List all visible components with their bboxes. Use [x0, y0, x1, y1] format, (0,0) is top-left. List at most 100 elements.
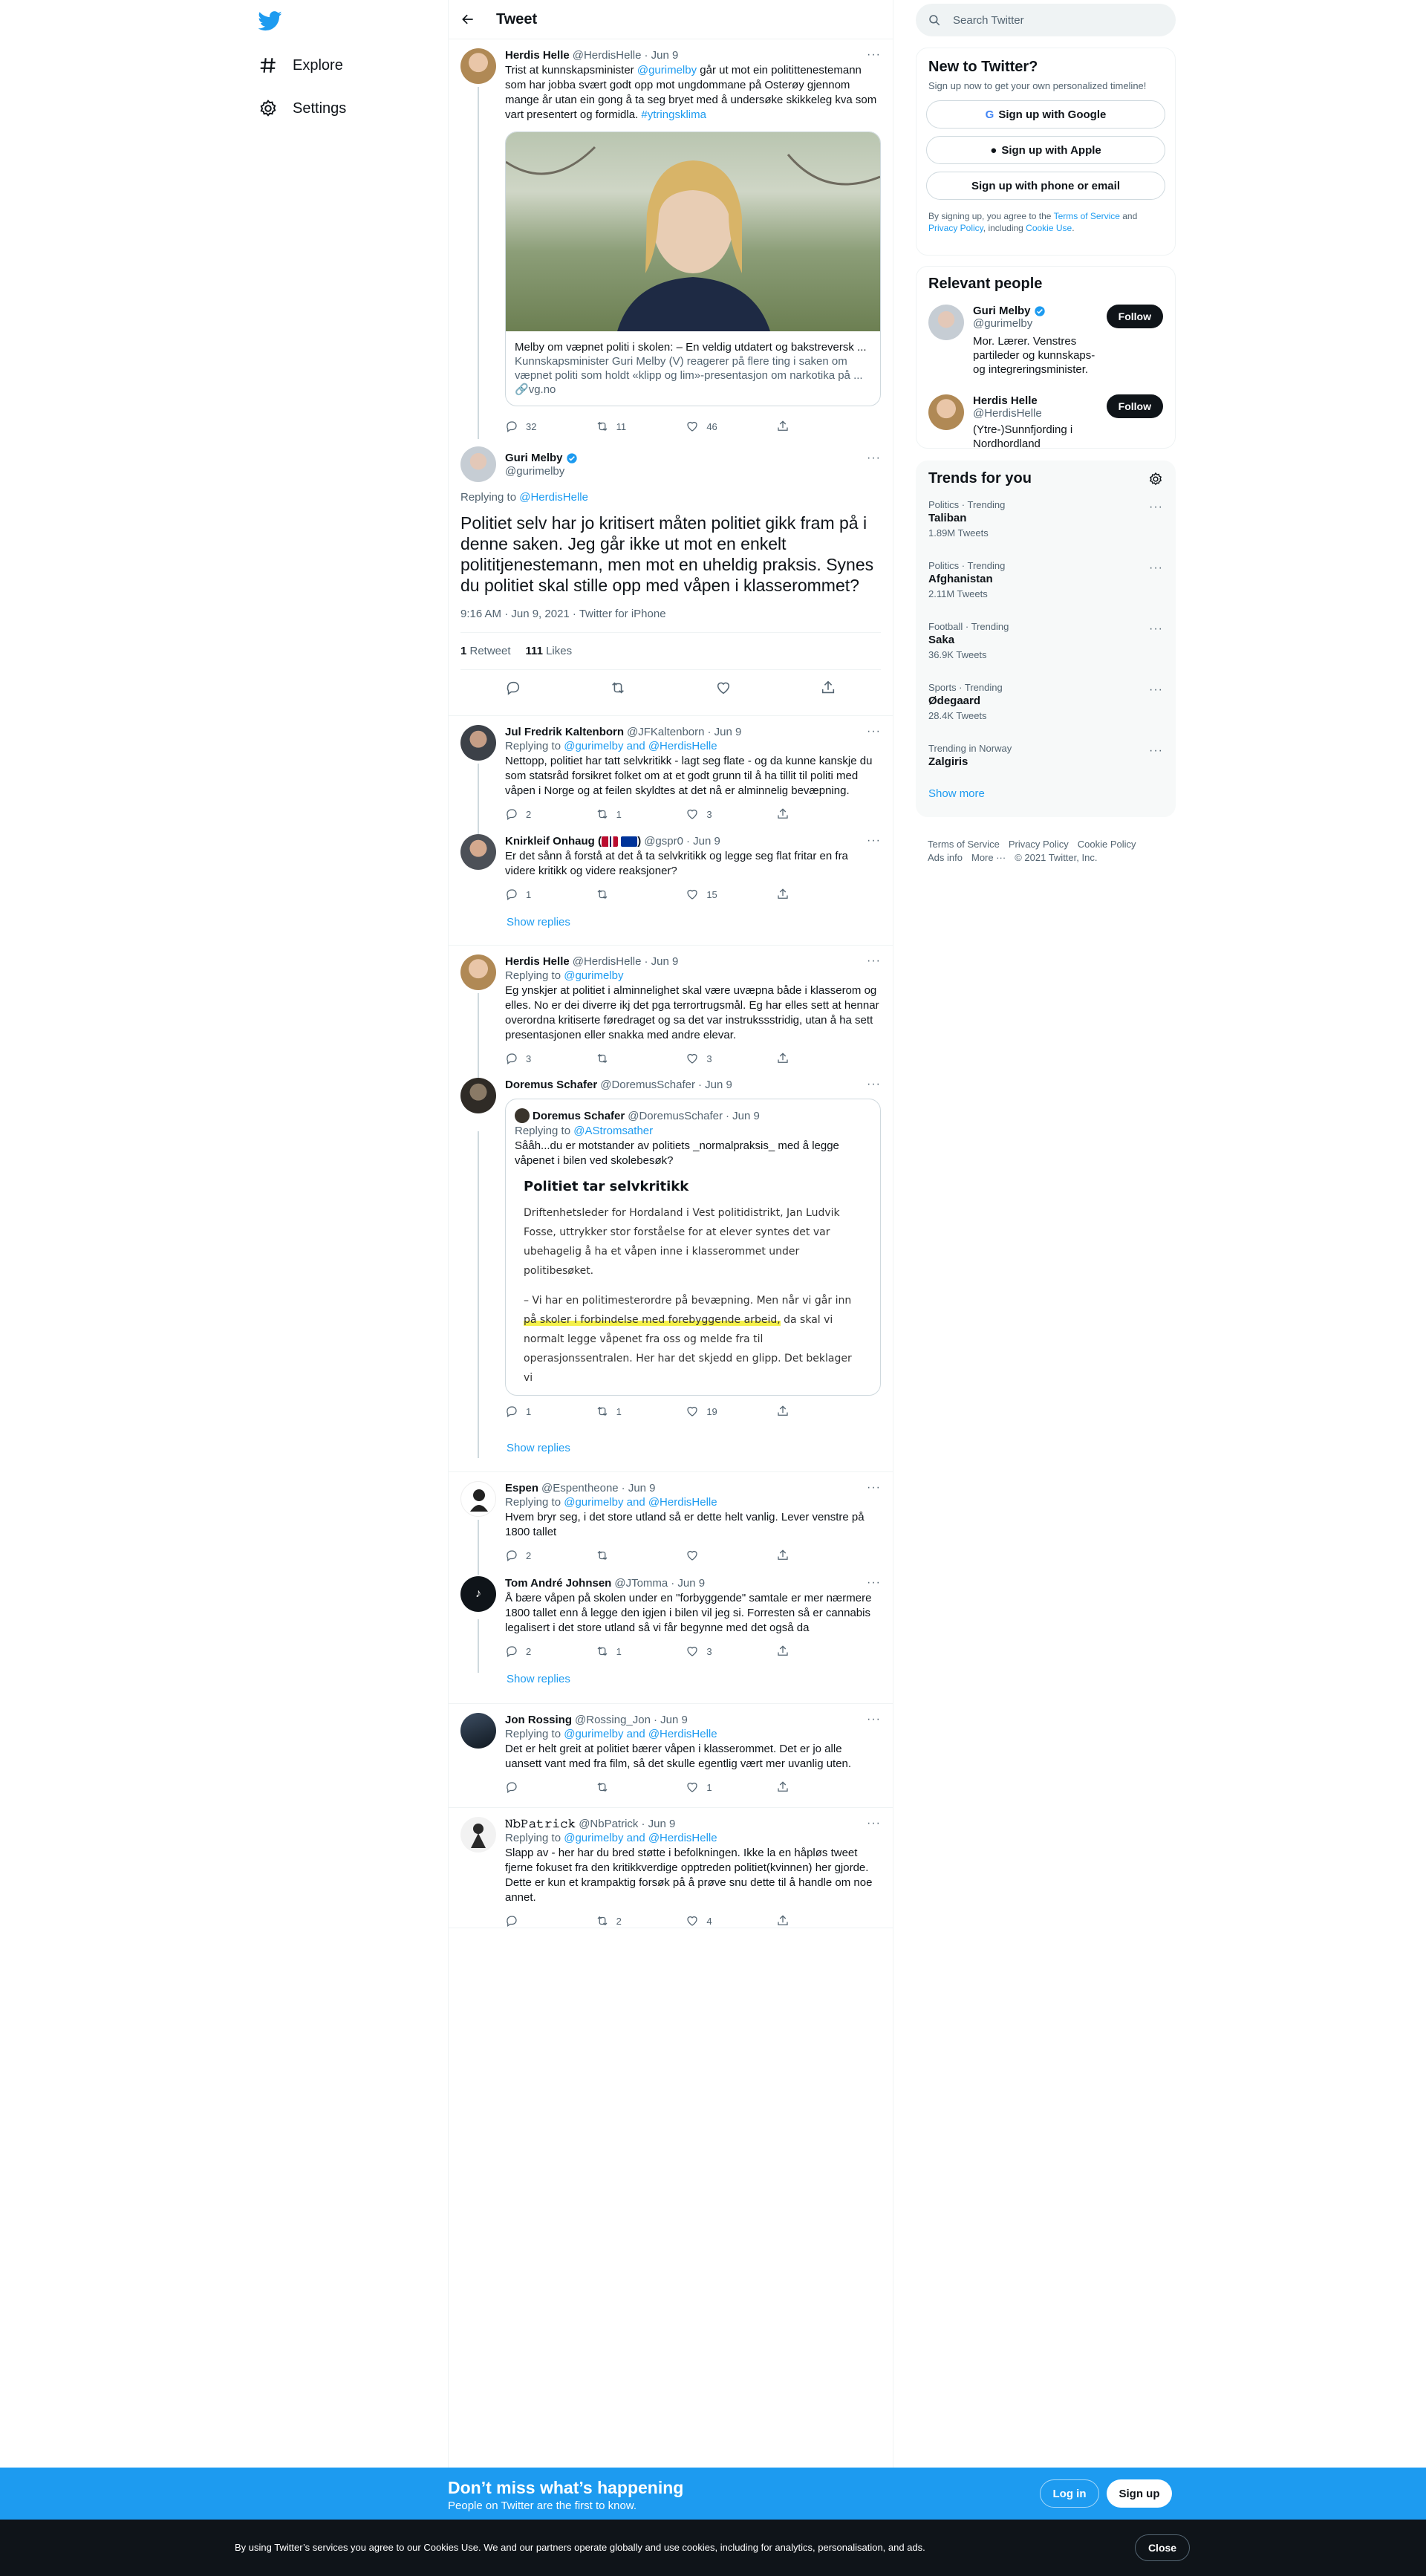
reply-button[interactable]: 1: [505, 1405, 550, 1418]
like-button[interactable]: 4: [686, 1914, 730, 1928]
tweet-date[interactable]: · Jun 9: [698, 1079, 732, 1091]
close-button[interactable]: Close: [1135, 2534, 1190, 2561]
retweet-button[interactable]: [596, 1052, 640, 1065]
author-name[interactable]: Jul Fredrik Kaltenborn: [505, 726, 624, 738]
person-name[interactable]: Guri Melby: [973, 305, 1031, 317]
apple-signup-button[interactable]: ● Sign up with Apple: [926, 136, 1165, 164]
avatar[interactable]: [928, 394, 964, 430]
hashtag-link[interactable]: #ytringsklima: [641, 108, 706, 121]
more-icon[interactable]: ···: [867, 1817, 881, 1830]
share-button[interactable]: [776, 888, 821, 901]
cookie-link[interactable]: Cookie Use: [1026, 223, 1072, 233]
reply-tweet[interactable]: Doremus Schafer @DoremusSchafer · Jun 9 ···…: [460, 1078, 881, 1442]
share-button[interactable]: [776, 1914, 821, 1928]
more-icon[interactable]: ···: [867, 48, 881, 62]
author-name[interactable]: Doremus Schafer: [505, 1079, 597, 1091]
person-row[interactable]: Herdis Helle @HerdisHelle (Ytre-)Sunnfjo…: [917, 386, 1175, 460]
person-handle[interactable]: @gurimelby: [973, 317, 1098, 330]
more-icon[interactable]: ···: [867, 1078, 881, 1091]
nav-explore[interactable]: Explore: [258, 46, 343, 85]
more-icon[interactable]: ···: [1149, 562, 1163, 575]
more-icon[interactable]: ···: [867, 1576, 881, 1590]
author-name[interactable]: Knirkleif Onhaug ( ): [505, 835, 641, 848]
show-replies-link[interactable]: Show replies: [460, 1442, 881, 1465]
author-handle[interactable]: @JFKaltenborn: [627, 726, 704, 738]
share-button[interactable]: [776, 420, 821, 433]
trend-item[interactable]: Politics · Trending Afghanistan 2.11M Twee…: [917, 551, 1175, 612]
retweet-button[interactable]: [596, 1549, 640, 1562]
avatar[interactable]: [460, 1713, 496, 1749]
tweet-date[interactable]: · Jun 9: [654, 1714, 688, 1726]
show-more-link[interactable]: Show more: [917, 778, 1175, 809]
share-icon[interactable]: [820, 680, 836, 696]
login-button[interactable]: Log in: [1040, 2479, 1099, 2508]
reply-button[interactable]: 2: [505, 807, 550, 821]
trend-item[interactable]: Sports · Trending Ødegaard 28.4K Tweets ···: [917, 673, 1175, 734]
author-name[interactable]: Espen: [505, 1482, 538, 1494]
more-icon[interactable]: ···: [867, 1713, 881, 1726]
trend-item[interactable]: Football · Trending Saka 36.9K Tweets ···: [917, 612, 1175, 673]
share-button[interactable]: [776, 1780, 821, 1794]
share-button[interactable]: [776, 1405, 821, 1418]
replying-mention[interactable]: @AStromsather: [573, 1125, 653, 1137]
retweet-icon[interactable]: [610, 680, 626, 696]
more-icon[interactable]: ···: [867, 954, 881, 968]
replying-mention[interactable]: @gurimelby and @HerdisHelle: [564, 740, 717, 752]
author-name[interactable]: Herdis Helle: [505, 955, 570, 968]
likes-stat[interactable]: 111 Likes: [526, 645, 573, 657]
more-icon[interactable]: ···: [1149, 744, 1163, 758]
back-arrow-icon[interactable]: [460, 12, 475, 27]
replying-mention[interactable]: @gurimelby and @HerdisHelle: [564, 1832, 717, 1844]
heart-icon[interactable]: [715, 680, 732, 696]
footer-link[interactable]: Privacy Policy: [1009, 839, 1069, 850]
reply-tweet[interactable]: Herdis Helle @HerdisHelle · Jun 9 ··· Reply…: [460, 946, 881, 1078]
parent-tweet[interactable]: Herdis Helle @HerdisHelle · Jun 9 ··· Tr…: [449, 39, 893, 439]
person-name[interactable]: Herdis Helle: [973, 394, 1038, 407]
more-icon[interactable]: ···: [1149, 622, 1163, 636]
avatar[interactable]: [460, 48, 496, 84]
reply-tweet[interactable]: Espen @Espentheone · Jun 9 ··· Replying to …: [460, 1472, 881, 1576]
replying-mention[interactable]: @gurimelby and @HerdisHelle: [564, 1728, 717, 1740]
person-row[interactable]: Guri Melby @gurimelby Mor. Lærer. Venstr…: [917, 296, 1175, 386]
reply-button[interactable]: 1: [505, 888, 550, 901]
tweet-date[interactable]: · Jun 9: [644, 49, 678, 62]
replying-mention[interactable]: @gurimelby: [564, 969, 623, 982]
share-button[interactable]: [776, 1549, 821, 1562]
footer-link[interactable]: More ···: [971, 852, 1006, 863]
author-handle[interactable]: @Espentheone: [541, 1482, 619, 1494]
share-button[interactable]: [776, 1645, 821, 1658]
privacy-link[interactable]: Privacy Policy: [928, 223, 983, 233]
follow-button[interactable]: Follow: [1106, 305, 1163, 328]
avatar[interactable]: [460, 725, 496, 761]
author-handle[interactable]: @HerdisHelle: [573, 49, 642, 62]
phone-signup-button[interactable]: Sign up with phone or email: [926, 172, 1165, 200]
reply-tweet[interactable]: ♪ Tom André Johnsen @JTomma · Jun 9 ··· Å b…: [460, 1576, 881, 1673]
search-input[interactable]: Search Twitter: [953, 14, 1024, 27]
retweet-button[interactable]: 1: [596, 1645, 640, 1658]
trend-item[interactable]: Politics · Trending Taliban 1.89M Tweets ··…: [917, 490, 1175, 551]
tweet-date[interactable]: · Jun 9: [641, 1818, 675, 1830]
author-name[interactable]: 𝙽𝚋𝙿𝚊𝚝𝚛𝚒𝚌𝚔: [505, 1818, 576, 1830]
author-handle[interactable]: @DoremusSchafer: [600, 1079, 695, 1091]
reply-button[interactable]: 3: [505, 1052, 550, 1065]
reply-button[interactable]: 32: [505, 420, 550, 433]
more-icon[interactable]: ···: [1149, 683, 1163, 697]
gear-icon[interactable]: [1148, 472, 1163, 487]
like-button[interactable]: 1: [686, 1780, 730, 1794]
avatar[interactable]: [460, 1481, 496, 1517]
share-button[interactable]: [776, 807, 821, 821]
more-icon[interactable]: ···: [867, 725, 881, 738]
more-icon[interactable]: ···: [867, 834, 881, 848]
signup-button[interactable]: Sign up: [1107, 2479, 1172, 2508]
retweet-button[interactable]: 2: [596, 1914, 640, 1928]
tweet-date[interactable]: · Jun 9: [686, 835, 720, 848]
share-button[interactable]: [776, 1052, 821, 1065]
author-name[interactable]: Guri Melby: [505, 452, 563, 464]
more-icon[interactable]: ···: [867, 452, 881, 465]
link-card[interactable]: Melby om væpnet politi i skolen: – En ve…: [505, 131, 881, 406]
author-name[interactable]: Jon Rossing: [505, 1714, 572, 1726]
reply-tweet[interactable]: Knirkleif Onhaug ( ) @gspr0 · Jun 9 ··· Er …: [460, 834, 881, 916]
author-name[interactable]: Herdis Helle: [505, 49, 570, 62]
google-signup-button[interactable]: G Sign up with Google: [926, 100, 1165, 129]
like-button[interactable]: 46: [686, 420, 730, 433]
